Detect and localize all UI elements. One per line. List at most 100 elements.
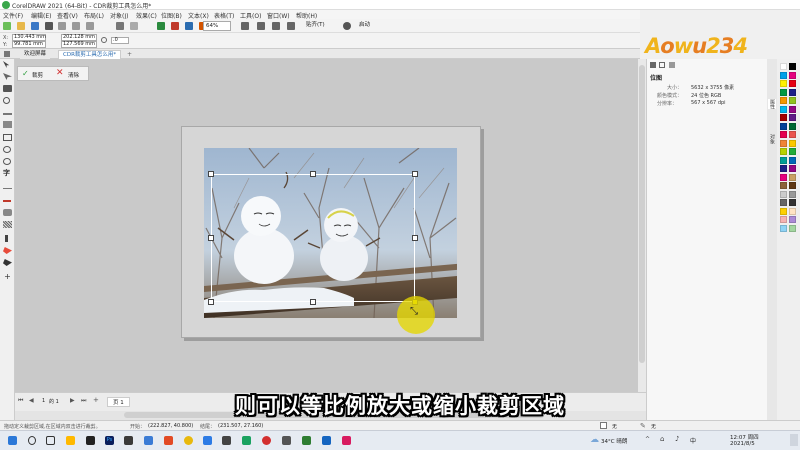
tray-expand-icon[interactable]: ^ — [645, 436, 650, 443]
text-tool-icon[interactable]: 字 — [3, 170, 12, 177]
palette-swatch[interactable] — [789, 224, 796, 232]
search-icon[interactable] — [28, 436, 36, 445]
palette-swatch[interactable] — [780, 122, 787, 130]
palette-swatch[interactable] — [780, 199, 787, 206]
palette-swatch[interactable] — [780, 63, 787, 70]
save-icon[interactable] — [31, 22, 39, 30]
photoshop-icon[interactable]: Ps — [105, 436, 114, 445]
app-icon-pink[interactable] — [342, 436, 351, 445]
palette-swatch[interactable] — [780, 182, 787, 189]
redo-icon[interactable] — [130, 22, 138, 30]
last-page-icon[interactable]: ⏭ — [81, 397, 86, 405]
artistic-media-tool-icon[interactable] — [3, 121, 12, 128]
palette-swatch[interactable] — [789, 97, 796, 104]
crop-apply-button[interactable]: 裁剪 — [32, 71, 43, 79]
close-icon[interactable]: ✕ — [56, 68, 64, 78]
browser-icon[interactable] — [144, 436, 153, 445]
new-document-icon[interactable] — [3, 22, 11, 30]
parallel-dimension-tool-icon[interactable] — [3, 188, 12, 189]
palette-swatch[interactable] — [789, 131, 796, 138]
palette-swatch[interactable] — [780, 139, 787, 147]
print-icon[interactable] — [45, 22, 53, 30]
checkmark-icon[interactable]: ✓ — [22, 69, 29, 78]
full-screen-icon[interactable] — [241, 22, 249, 30]
import-icon[interactable] — [171, 22, 179, 30]
palette-swatch[interactable] — [780, 80, 787, 87]
palette-swatch[interactable] — [780, 71, 787, 79]
palette-swatch[interactable] — [789, 173, 796, 181]
record-icon[interactable] — [262, 436, 271, 445]
palette-swatch[interactable] — [789, 80, 796, 87]
drop-shadow-tool-icon[interactable] — [3, 209, 12, 216]
freehand-tool-icon[interactable] — [3, 113, 12, 115]
snap-to-dropdown[interactable]: 贴齐(T) — [304, 21, 334, 31]
tab-document[interactable]: CDR裁剪工具怎么用* — [58, 50, 122, 59]
palette-swatch[interactable] — [780, 173, 787, 181]
tab-objects[interactable]: 对象 — [768, 134, 776, 144]
zoom-level-select[interactable]: 64% — [203, 21, 231, 31]
page-tab-1[interactable]: 页 1 — [107, 397, 130, 407]
crop-handle-bottom-middle[interactable] — [310, 299, 316, 305]
smart-fill-tool-icon[interactable] — [3, 259, 12, 266]
palette-swatch[interactable] — [780, 105, 787, 113]
notification-icon[interactable] — [790, 434, 798, 446]
network-icon[interactable]: ⌂ — [660, 435, 664, 443]
app-icon-green[interactable] — [302, 436, 311, 445]
crop-handle-top-right[interactable] — [412, 171, 418, 177]
palette-swatch[interactable] — [780, 224, 787, 232]
palette-swatch[interactable] — [789, 63, 796, 70]
options-gear-icon[interactable] — [343, 22, 351, 30]
rulers-icon[interactable] — [257, 22, 265, 30]
crop-handle-top-left[interactable] — [208, 171, 214, 177]
transparency-tool-icon[interactable] — [3, 221, 12, 228]
first-page-icon[interactable]: ⏮ — [18, 397, 23, 405]
palette-swatch[interactable] — [789, 156, 796, 164]
coreldraw-taskbar-icon[interactable] — [242, 436, 251, 445]
palette-swatch[interactable] — [789, 199, 796, 206]
palette-swatch[interactable] — [789, 165, 796, 172]
input-method-indicator[interactable]: 中 — [690, 436, 696, 445]
polygon-tool-icon[interactable] — [3, 158, 11, 165]
palette-swatch[interactable] — [780, 207, 787, 215]
palette-swatch[interactable] — [780, 97, 787, 104]
palette-swatch[interactable] — [780, 114, 787, 121]
launch-dropdown[interactable]: 启动 — [357, 21, 395, 31]
home-icon[interactable] — [4, 51, 10, 57]
crop-handle-bottom-left[interactable] — [208, 299, 214, 305]
next-page-icon[interactable]: ▶ — [70, 397, 75, 404]
palette-swatch[interactable] — [789, 139, 796, 147]
interactive-fill-tool-icon[interactable] — [3, 247, 12, 254]
weather-temperature[interactable]: 34°C 晴朗 — [601, 437, 627, 445]
media-player-icon[interactable] — [124, 436, 133, 445]
palette-swatch[interactable] — [780, 131, 787, 138]
palette-swatch[interactable] — [780, 190, 787, 198]
undo-icon[interactable] — [116, 22, 124, 30]
palette-swatch[interactable] — [789, 122, 796, 130]
connector-tool-icon[interactable] — [3, 200, 11, 202]
ellipse-tool-icon[interactable] — [3, 146, 11, 153]
search-content-icon[interactable] — [157, 22, 165, 30]
vertical-scrollbar-thumb[interactable] — [639, 65, 645, 363]
palette-swatch[interactable] — [780, 156, 787, 164]
palette-swatch[interactable] — [780, 88, 787, 96]
clock-date[interactable]: 2021/8/5 — [730, 441, 755, 447]
crop-clear-button[interactable]: 清除 — [68, 71, 79, 79]
palette-swatch[interactable] — [789, 148, 796, 155]
height-field[interactable]: 127.569 mm — [61, 41, 97, 48]
rotation-angle-field[interactable]: .0 — [111, 37, 129, 44]
copy-icon[interactable] — [72, 22, 80, 30]
pinned-app-icon[interactable] — [86, 436, 95, 445]
app-icon-blue[interactable] — [203, 436, 212, 445]
volume-icon[interactable]: ♪ — [675, 435, 679, 443]
export-icon[interactable] — [185, 22, 193, 30]
outline-icon[interactable] — [659, 62, 665, 68]
pick-tool-icon[interactable] — [3, 61, 10, 68]
palette-swatch[interactable] — [789, 207, 796, 215]
zoom-tool-icon[interactable] — [3, 97, 10, 104]
palette-swatch[interactable] — [780, 216, 787, 223]
chrome-icon[interactable] — [184, 436, 193, 445]
y-position-field[interactable]: 99.781 mm — [12, 41, 46, 48]
tab-welcome-screen[interactable]: 欢迎屏幕 — [20, 50, 51, 59]
add-page-icon[interactable]: + — [93, 396, 99, 404]
crop-handle-middle-right[interactable] — [412, 235, 418, 241]
